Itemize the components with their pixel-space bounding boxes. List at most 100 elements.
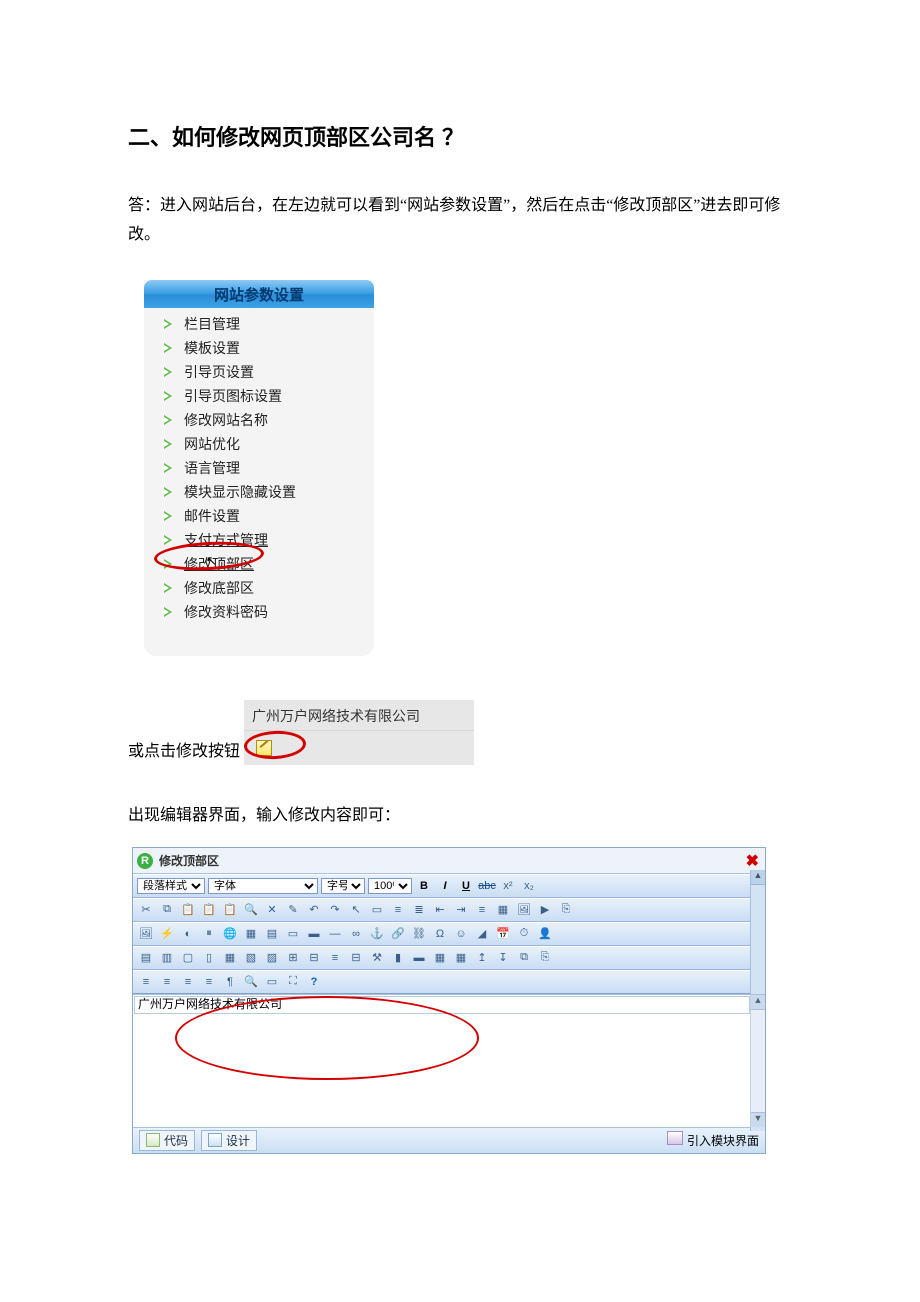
form-icon[interactable]: ▭ bbox=[284, 925, 302, 943]
image-icon[interactable]: 🖼 bbox=[515, 901, 533, 919]
merge-icon[interactable]: ▦ bbox=[221, 949, 239, 967]
prop-icon[interactable]: ⚒ bbox=[368, 949, 386, 967]
preview-icon[interactable]: 🔍 bbox=[242, 973, 260, 991]
editor-content-input[interactable]: 广州万户网络技术有限公司 bbox=[134, 996, 750, 1014]
row-icon[interactable]: ▤ bbox=[137, 949, 155, 967]
list-ol-icon[interactable]: ≡ bbox=[389, 901, 407, 919]
scroll-down-icon[interactable]: ▼ bbox=[751, 1112, 765, 1127]
tbl-icon[interactable]: ▦ bbox=[452, 949, 470, 967]
paragraph-select[interactable]: 段落样式 bbox=[137, 878, 205, 894]
omega-icon[interactable]: Ω bbox=[431, 925, 449, 943]
copy-icon[interactable]: ⧉ bbox=[515, 949, 533, 967]
font-select[interactable]: 字体 bbox=[208, 878, 318, 894]
sidebar-item[interactable]: 邮件设置 bbox=[162, 506, 374, 530]
layer-up-icon[interactable]: ↥ bbox=[473, 949, 491, 967]
inner-scrollbar[interactable]: ▲ ▼ bbox=[750, 995, 765, 1127]
align-left-icon[interactable]: ≡ bbox=[137, 973, 155, 991]
edit-icon[interactable] bbox=[256, 740, 272, 756]
sidebar-item[interactable]: 网站优化 bbox=[162, 434, 374, 458]
dir-icon[interactable]: ¶ bbox=[221, 973, 239, 991]
user-icon[interactable]: 👤 bbox=[536, 925, 554, 943]
sidebar-item[interactable]: 栏目管理 bbox=[162, 314, 374, 338]
split-icon[interactable]: ▧ bbox=[242, 949, 260, 967]
bold-button[interactable]: B bbox=[415, 877, 433, 895]
brush-icon[interactable]: ✎ bbox=[284, 901, 302, 919]
img-icon[interactable]: 🖼 bbox=[137, 925, 155, 943]
sidebar-item-highlight[interactable]: 修改顶部区 bbox=[162, 554, 374, 578]
undo-icon[interactable]: ↶ bbox=[305, 901, 323, 919]
italic-button[interactable]: I bbox=[436, 877, 454, 895]
paste-icon[interactable]: ⎘ bbox=[536, 949, 554, 967]
rule-icon[interactable]: ≡ bbox=[473, 901, 491, 919]
strike-button[interactable]: abc bbox=[478, 877, 496, 895]
design-tab[interactable]: 设计 bbox=[201, 1130, 257, 1151]
sidebar-item[interactable]: 模块显示隐藏设置 bbox=[162, 482, 374, 506]
find-icon[interactable]: 🔍 bbox=[242, 901, 260, 919]
list-ul-icon[interactable]: ≣ bbox=[410, 901, 428, 919]
sidebar-item[interactable]: 模板设置 bbox=[162, 338, 374, 362]
del-col-icon[interactable]: ▮ bbox=[389, 949, 407, 967]
grid-icon[interactable]: ▤ bbox=[263, 925, 281, 943]
tbl-icon[interactable]: ▦ bbox=[431, 949, 449, 967]
paste-icon[interactable]: 📋 bbox=[179, 901, 197, 919]
triangle-icon[interactable]: ◢ bbox=[473, 925, 491, 943]
template-icon[interactable]: ▭ bbox=[263, 973, 281, 991]
sidebar-item[interactable]: 修改底部区 bbox=[162, 578, 374, 602]
del-row-icon[interactable]: ▬ bbox=[410, 949, 428, 967]
bg-icon[interactable]: ▨ bbox=[263, 949, 281, 967]
cell-icon[interactable]: ▢ bbox=[179, 949, 197, 967]
row-icon[interactable]: ▥ bbox=[158, 949, 176, 967]
help-icon[interactable]: ? bbox=[305, 973, 323, 991]
date-icon[interactable]: 📅 bbox=[494, 925, 512, 943]
flash-icon[interactable]: ⚡ bbox=[158, 925, 176, 943]
align-justify-icon[interactable]: ≡ bbox=[200, 973, 218, 991]
anchor-icon[interactable]: ⚓ bbox=[368, 925, 386, 943]
outdent-icon[interactable]: ⇤ bbox=[431, 901, 449, 919]
attach-icon[interactable]: ⎘ bbox=[557, 901, 575, 919]
scroll-up-icon[interactable]: ▲ bbox=[751, 870, 765, 885]
sidebar-item[interactable]: 引导页设置 bbox=[162, 362, 374, 386]
time-icon[interactable]: ⏱ bbox=[515, 925, 533, 943]
del-icon[interactable]: ⊟ bbox=[305, 949, 323, 967]
link-icon[interactable]: 🔗 bbox=[389, 925, 407, 943]
redo-icon[interactable]: ↷ bbox=[326, 901, 344, 919]
superscript-button[interactable]: x² bbox=[499, 877, 517, 895]
fullscreen-icon[interactable]: ⛶ bbox=[284, 973, 302, 991]
code-tab[interactable]: 代码 bbox=[139, 1130, 195, 1151]
copy-icon[interactable]: ⧉ bbox=[158, 901, 176, 919]
subscript-button[interactable]: x₂ bbox=[520, 877, 538, 895]
select-icon[interactable]: ▭ bbox=[368, 901, 386, 919]
align-right-icon[interactable]: ≡ bbox=[179, 973, 197, 991]
table-icon[interactable]: ▦ bbox=[242, 925, 260, 943]
close-icon[interactable]: ✖ bbox=[746, 851, 759, 871]
align-icon[interactable]: ⊟ bbox=[347, 949, 365, 967]
sidebar-item[interactable]: 修改网站名称 bbox=[162, 410, 374, 434]
sidebar-item[interactable]: 引导页图标设置 bbox=[162, 386, 374, 410]
sidebar-item[interactable]: 支付方式管理 bbox=[162, 530, 374, 554]
sidebar-item[interactable]: 修改资料密码 bbox=[162, 602, 374, 626]
scroll-up-icon[interactable]: ▲ bbox=[751, 995, 765, 1010]
underline-button[interactable]: U bbox=[457, 877, 475, 895]
field-icon[interactable]: ▬ bbox=[305, 925, 323, 943]
size-select[interactable]: 字号 bbox=[321, 878, 365, 894]
cut-icon[interactable]: ✂ bbox=[137, 901, 155, 919]
paste-icon[interactable]: 📋 bbox=[200, 901, 218, 919]
layer-dn-icon[interactable]: ↧ bbox=[494, 949, 512, 967]
pause-icon[interactable]: ⏸ bbox=[200, 925, 218, 943]
media-icon[interactable]: ◐ bbox=[179, 925, 197, 943]
hr-icon[interactable]: — bbox=[326, 925, 344, 943]
ins-icon[interactable]: ⊞ bbox=[284, 949, 302, 967]
unlink-icon[interactable]: ⛓ bbox=[410, 925, 428, 943]
globe-icon[interactable]: 🌐 bbox=[221, 925, 239, 943]
align-center-icon[interactable]: ≡ bbox=[158, 973, 176, 991]
smile-icon[interactable]: ☺ bbox=[452, 925, 470, 943]
char-icon[interactable]: ∞ bbox=[347, 925, 365, 943]
media-icon[interactable]: ▶ bbox=[536, 901, 554, 919]
table-icon[interactable]: ▦ bbox=[494, 901, 512, 919]
paste-icon[interactable]: 📋 bbox=[221, 901, 239, 919]
sidebar-item[interactable]: 语言管理 bbox=[162, 458, 374, 482]
col-icon[interactable]: ▯ bbox=[200, 949, 218, 967]
import-module-button[interactable]: 引入模块界面 bbox=[667, 1131, 759, 1149]
align-icon[interactable]: ≡ bbox=[326, 949, 344, 967]
delete-icon[interactable]: ✕ bbox=[263, 901, 281, 919]
